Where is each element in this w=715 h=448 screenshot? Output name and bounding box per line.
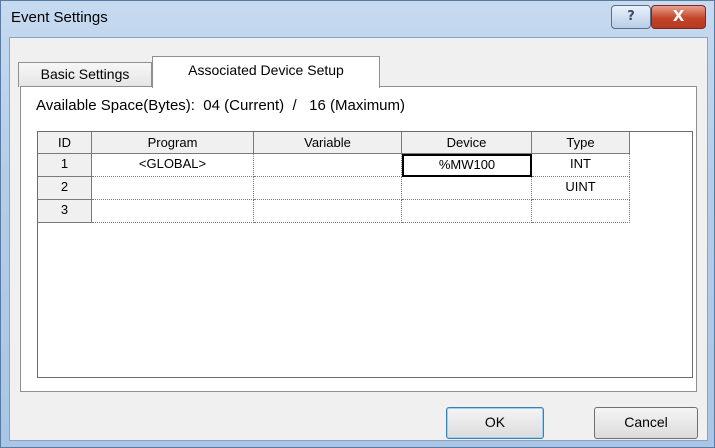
tab-associated-device-setup[interactable]: Associated Device Setup — [152, 56, 380, 88]
variable-cell[interactable] — [254, 177, 402, 200]
ok-button[interactable]: OK — [446, 407, 544, 439]
help-button[interactable]: ? — [611, 5, 651, 29]
column-header-program[interactable]: Program — [92, 132, 254, 154]
column-header-variable[interactable]: Variable — [254, 132, 402, 154]
device-cell[interactable] — [402, 177, 532, 200]
close-icon: X — [672, 7, 685, 25]
program-cell[interactable] — [92, 200, 254, 223]
device-cell-selected[interactable]: %MW100 — [402, 154, 532, 177]
type-cell[interactable]: INT — [532, 154, 630, 177]
cancel-button[interactable]: Cancel — [594, 407, 698, 439]
tab-associated-device-setup-label: Associated Device Setup — [188, 62, 344, 78]
close-button[interactable]: X — [651, 5, 706, 29]
window-title: Event Settings — [11, 9, 108, 26]
row-id-cell[interactable]: 1 — [38, 154, 92, 177]
variable-cell[interactable] — [254, 200, 402, 223]
column-header-type[interactable]: Type — [532, 132, 630, 154]
type-cell[interactable]: UINT — [532, 177, 630, 200]
program-cell[interactable]: <GLOBAL> — [92, 154, 254, 177]
title-bar[interactable]: Event Settings ? X — [1, 1, 714, 37]
tab-basic-settings-label: Basic Settings — [40, 66, 130, 82]
type-cell[interactable] — [532, 200, 630, 223]
device-table[interactable]: ID Program Variable Device Type 1 <GLOBA… — [37, 131, 693, 378]
available-space-label: Available Space(Bytes): 04 (Current) / 1… — [36, 97, 406, 114]
column-header-id[interactable]: ID — [38, 132, 92, 154]
row-id-cell[interactable]: 3 — [38, 200, 92, 223]
device-cell[interactable] — [402, 200, 532, 223]
program-cell[interactable] — [92, 177, 254, 200]
row-id-cell[interactable]: 2 — [38, 177, 92, 200]
variable-cell[interactable] — [254, 154, 402, 177]
tab-basic-settings[interactable]: Basic Settings — [18, 62, 152, 87]
question-icon: ? — [627, 9, 635, 24]
column-header-device[interactable]: Device — [402, 132, 532, 154]
